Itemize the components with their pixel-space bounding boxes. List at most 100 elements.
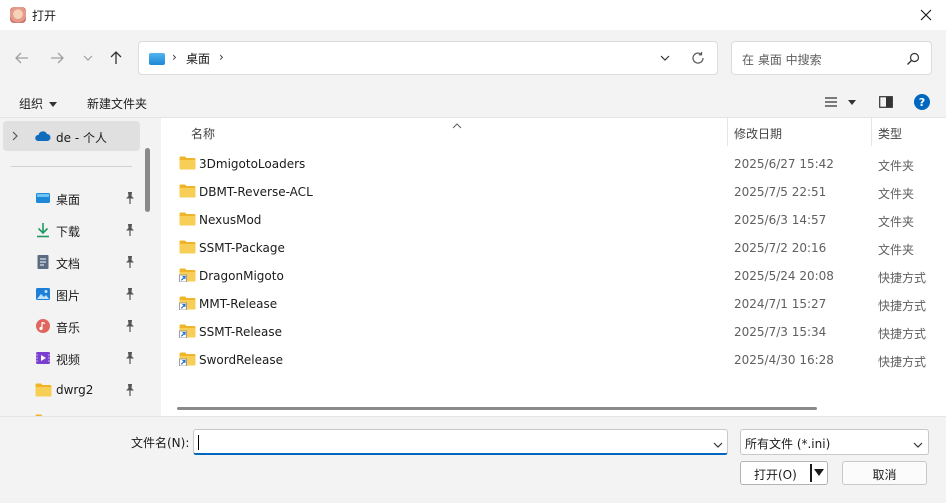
breadcrumb-desktop[interactable]: 桌面 (186, 50, 210, 67)
pin-icon[interactable] (124, 287, 136, 301)
search-box[interactable]: 在 桌面 中搜索 (731, 41, 932, 75)
sidebar-item-partial[interactable] (0, 407, 142, 416)
sidebar-item-label: 文档 (56, 257, 81, 271)
caret-down-icon (848, 99, 856, 105)
desktop-icon (149, 53, 165, 65)
file-name: NexusMod (199, 213, 262, 227)
shortcut-folder-icon (179, 296, 196, 311)
sidebar-item-dwrg2[interactable]: dwrg2 (0, 375, 142, 405)
column-header-label: 修改日期 (734, 127, 783, 141)
address-bar[interactable]: › 桌面 › (138, 41, 718, 75)
refresh-icon (692, 52, 704, 64)
pin-icon[interactable] (124, 319, 136, 333)
filetype-select[interactable]: 所有文件 (*.ini) (740, 429, 929, 455)
sidebar-scrollbar[interactable] (145, 148, 150, 212)
sidebar-item-videos[interactable]: 视频 (0, 343, 142, 373)
file-type: 快捷方式 (878, 299, 927, 313)
pin-icon[interactable] (124, 383, 136, 397)
navigation-pane: de - 个人 桌面 下载 文档 图片 音乐 视频 dwrg2 (0, 118, 158, 416)
file-type: 快捷方式 (878, 327, 927, 341)
back-button[interactable] (12, 48, 32, 68)
refresh-button[interactable] (691, 51, 707, 67)
column-header-name[interactable]: 名称 (161, 118, 727, 146)
caret-down-icon[interactable] (814, 469, 824, 476)
preview-pane-button[interactable] (879, 94, 893, 110)
music-icon (35, 318, 51, 334)
dialog-footer: 文件名(N): 所有文件 (*.ini) 打开(O) 取消 (0, 416, 946, 503)
sidebar-item-pictures[interactable]: 图片 (0, 279, 142, 309)
file-name: DBMT-Reverse-ACL (199, 185, 313, 199)
navigation-bar: › 桌面 › 在 桌面 中搜索 (0, 30, 946, 86)
breadcrumb-separator-icon[interactable]: › (172, 50, 177, 64)
help-button[interactable]: ? (914, 94, 930, 110)
window-title: 打开 (32, 9, 57, 23)
arrow-right-icon (51, 52, 64, 64)
file-date: 2025/6/27 15:42 (734, 157, 834, 171)
horizontal-scrollbar[interactable] (177, 407, 817, 410)
file-row[interactable]: MMT-Release 2024/7/1 15:27 快捷方式 (161, 290, 946, 318)
file-row[interactable]: DragonMigoto 2025/5/24 20:08 快捷方式 (161, 262, 946, 290)
sidebar-item-onedrive[interactable]: de - 个人 (3, 121, 140, 151)
cancel-button[interactable]: 取消 (842, 461, 927, 485)
new-folder-button[interactable]: 新建文件夹 (87, 95, 147, 112)
close-button[interactable] (906, 0, 946, 30)
file-date: 2025/7/3 15:34 (734, 325, 827, 339)
file-row[interactable]: SSMT-Package 2025/7/2 20:16 文件夹 (161, 234, 946, 262)
folder-icon (179, 240, 196, 254)
filename-history-button[interactable] (713, 437, 723, 451)
file-name: SSMT-Release (199, 325, 283, 339)
sidebar-item-documents[interactable]: 文档 (0, 247, 142, 277)
file-row[interactable]: SwordRelease 2025/4/30 16:28 快捷方式 (161, 346, 946, 374)
chevron-right-icon[interactable] (12, 130, 19, 144)
file-row[interactable]: DBMT-Reverse-ACL 2025/7/5 22:51 文件夹 (161, 178, 946, 206)
recent-locations-button[interactable] (78, 48, 98, 68)
file-date: 2025/7/5 22:51 (734, 185, 827, 199)
file-row[interactable]: SSMT-Release 2025/7/3 15:34 快捷方式 (161, 318, 946, 346)
chevron-down-icon (83, 55, 93, 61)
pin-icon[interactable] (124, 351, 136, 365)
file-name: MMT-Release (199, 297, 278, 311)
chevron-down-icon (913, 437, 923, 451)
sidebar-item-label: de - 个人 (56, 131, 107, 145)
sidebar-item-label: dwrg2 (56, 383, 94, 397)
up-button[interactable] (106, 48, 126, 68)
filename-input[interactable] (193, 429, 728, 455)
file-type: 文件夹 (878, 159, 915, 173)
address-history-button[interactable] (659, 52, 673, 66)
chevron-down-icon (660, 55, 670, 61)
text-cursor (198, 435, 199, 450)
folder-icon (179, 212, 196, 226)
title-bar: 打开 (0, 0, 946, 30)
shortcut-folder-icon (179, 324, 196, 339)
organize-button[interactable]: 组织 (19, 95, 58, 112)
organize-label: 组织 (19, 97, 44, 111)
search-icon[interactable] (906, 52, 920, 66)
pin-icon[interactable] (124, 255, 136, 269)
svg-text:?: ? (919, 96, 925, 109)
pin-icon[interactable] (124, 223, 136, 237)
file-type: 文件夹 (878, 243, 915, 257)
file-name: SwordRelease (199, 353, 283, 367)
column-header-date[interactable]: 修改日期 (728, 118, 871, 146)
sidebar-item-downloads[interactable]: 下载 (0, 215, 142, 245)
file-date: 2025/5/24 20:08 (734, 269, 834, 283)
sidebar-item-label: 下载 (56, 225, 81, 239)
forward-button[interactable] (47, 48, 67, 68)
sidebar-item-desktop[interactable]: 桌面 (0, 183, 142, 213)
file-name: 3DmigotoLoaders (199, 157, 306, 171)
view-options-button[interactable] (824, 94, 856, 110)
preview-pane-icon (879, 96, 893, 108)
column-header-type[interactable]: 类型 (872, 118, 946, 146)
breadcrumb-separator-icon[interactable]: › (219, 50, 224, 64)
filename-label: 文件名(N): (131, 436, 190, 450)
pin-icon[interactable] (124, 191, 136, 205)
sidebar-item-music[interactable]: 音乐 (0, 311, 142, 341)
file-row[interactable]: 3DmigotoLoaders 2025/6/27 15:42 文件夹 (161, 150, 946, 178)
file-list: 名称 修改日期 类型 3DmigotoLoaders 2025/6/27 15:4… (161, 118, 946, 416)
file-row[interactable]: NexusMod 2025/6/3 14:57 文件夹 (161, 206, 946, 234)
video-icon (35, 350, 51, 366)
sidebar-divider (11, 166, 132, 167)
desktop-icon (35, 190, 51, 206)
open-button[interactable]: 打开(O) (740, 461, 828, 485)
search-input[interactable]: 在 桌面 中搜索 (742, 51, 822, 68)
